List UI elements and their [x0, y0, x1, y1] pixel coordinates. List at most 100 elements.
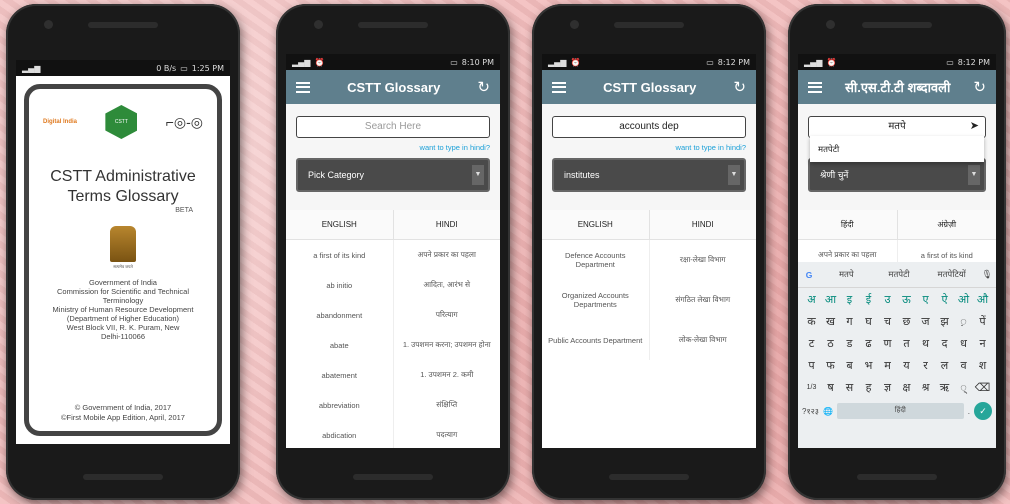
key[interactable]: र — [916, 358, 935, 373]
type-in-hindi-link[interactable]: want to type in hindi? — [296, 143, 490, 152]
key[interactable]: 1/3 — [802, 384, 821, 391]
key[interactable]: व — [954, 358, 973, 373]
globe-icon[interactable]: 🌐 — [823, 407, 833, 416]
key[interactable]: श — [973, 358, 992, 373]
refresh-icon[interactable]: ↻ — [973, 80, 986, 95]
key[interactable]: क्ष — [897, 380, 916, 395]
send-icon[interactable]: ➤ — [970, 117, 979, 136]
menu-icon[interactable] — [808, 81, 822, 93]
table-row[interactable]: abatement 1. उपशमन 2. कमी — [286, 360, 500, 390]
enter-check-icon[interactable]: ✓ — [974, 402, 992, 420]
key[interactable]: झ — [935, 314, 954, 329]
search-input[interactable]: मतपे ➤ — [808, 116, 986, 138]
refresh-icon[interactable]: ↻ — [733, 80, 746, 95]
search-input[interactable]: Search Here — [296, 116, 490, 138]
key[interactable]: त — [897, 336, 916, 351]
table-header: ENGLISH HINDI — [542, 210, 756, 240]
suggestion[interactable]: मतपेटियों — [925, 269, 978, 280]
key[interactable]: छ — [897, 314, 916, 329]
symbols-key[interactable]: ?१२३ — [802, 406, 819, 417]
key[interactable]: ई — [859, 292, 878, 307]
menu-icon[interactable] — [552, 81, 566, 93]
key[interactable]: ड — [840, 336, 859, 351]
key[interactable]: य — [897, 358, 916, 373]
key[interactable]: ठ — [821, 336, 840, 351]
key[interactable]: अ — [802, 292, 821, 307]
key[interactable]: आ — [821, 292, 840, 307]
key[interactable]: ह — [859, 380, 878, 395]
key[interactable]: ज्ञ — [878, 380, 897, 395]
microphone-icon[interactable]: 🎙 — [978, 269, 996, 280]
suggestion[interactable]: मतपे — [820, 269, 873, 280]
table-row[interactable]: Organized Accounts Departments संगठित लेख… — [542, 280, 756, 320]
key[interactable]: इ — [840, 292, 859, 307]
key[interactable]: ब — [840, 358, 859, 373]
key[interactable]: ल — [935, 358, 954, 373]
key[interactable]: घ — [859, 314, 878, 329]
hindi-term: रक्षा-लेखा विभाग — [679, 255, 726, 264]
key[interactable]: औ — [973, 292, 992, 307]
key[interactable]: पें — [973, 314, 992, 329]
search-input[interactable]: accounts dep — [552, 116, 746, 138]
key[interactable]: ध — [954, 336, 973, 351]
key[interactable]: ढ — [859, 336, 878, 351]
front-camera — [826, 20, 835, 29]
digital-india-logo: Digital India — [43, 119, 78, 125]
key[interactable]: ज — [916, 314, 935, 329]
english-term: ab initio — [286, 270, 394, 300]
key[interactable]: ए — [916, 292, 935, 307]
category-select[interactable]: Pick Category ▼ — [296, 158, 490, 192]
period-key[interactable]: . — [968, 407, 970, 416]
key[interactable]: ष — [821, 380, 840, 395]
table-row[interactable]: abdication पदत्याग — [286, 420, 500, 448]
table-row[interactable]: abate 1. उपशमन करना; उपशमन होना — [286, 330, 500, 360]
category-select[interactable]: श्रेणी चुनें ▼ — [808, 158, 986, 192]
space-bar[interactable]: हिंदी — [836, 403, 964, 419]
key[interactable]: ट — [802, 336, 821, 351]
table-row[interactable]: Defence Accounts Department रक्षा-लेखा वि… — [542, 240, 756, 280]
table-row[interactable]: a first of its kind अपने प्रकार का पहला — [286, 240, 500, 270]
hindi-term: संक्षिप्ति — [436, 400, 458, 409]
autocomplete-suggestion[interactable]: मतपेटी — [810, 136, 984, 162]
key[interactable]: च — [878, 314, 897, 329]
table-header: हिंदी अंग्रेज़ी — [798, 210, 996, 240]
type-in-hindi-link[interactable]: want to type in hindi? — [552, 143, 746, 152]
battery-icon: ▭ — [706, 57, 714, 67]
key[interactable]: प — [802, 358, 821, 373]
status-bar: ▂▄▆ ⏰ ▭ 8:12 PM — [798, 54, 996, 70]
key[interactable]: स — [840, 380, 859, 395]
key-row: टठडढणतथदधन — [798, 332, 996, 354]
category-select[interactable]: institutes ▼ — [552, 158, 746, 192]
key[interactable]: ग — [840, 314, 859, 329]
key[interactable]: ऐ — [935, 292, 954, 307]
table-row[interactable]: Public Accounts Department लोक-लेखा विभाग — [542, 320, 756, 360]
suggestion[interactable]: मतपेटी — [873, 269, 926, 280]
key[interactable]: ़ — [954, 314, 973, 329]
key[interactable]: म — [878, 358, 897, 373]
key[interactable]: ऊ — [897, 292, 916, 307]
key[interactable]: ् — [954, 380, 973, 395]
key[interactable]: ऋ — [935, 380, 954, 395]
key[interactable]: ख — [821, 314, 840, 329]
key[interactable]: ण — [878, 336, 897, 351]
hindi-term: 1. उपशमन 2. कमी — [420, 370, 474, 379]
refresh-icon[interactable]: ↻ — [477, 80, 490, 95]
emblem-caption: सत्यमेव जयते — [113, 264, 133, 269]
google-icon[interactable]: G — [798, 270, 820, 280]
front-camera — [314, 20, 323, 29]
key[interactable]: थ — [916, 336, 935, 351]
menu-icon[interactable] — [296, 81, 310, 93]
table-row[interactable]: abandonment परित्याग — [286, 300, 500, 330]
key[interactable]: न — [973, 336, 992, 351]
key[interactable]: भ — [859, 358, 878, 373]
key[interactable]: द — [935, 336, 954, 351]
key[interactable]: उ — [878, 292, 897, 307]
key[interactable]: फ — [821, 358, 840, 373]
key[interactable]: क — [802, 314, 821, 329]
key[interactable]: ओ — [954, 292, 973, 307]
org-line: Government of India — [89, 278, 157, 287]
backspace-icon[interactable]: ⌫ — [973, 381, 992, 394]
table-row[interactable]: abbreviation संक्षिप्ति — [286, 390, 500, 420]
table-row[interactable]: ab initio आदितः, आरंभ से — [286, 270, 500, 300]
key[interactable]: श्र — [916, 380, 935, 395]
